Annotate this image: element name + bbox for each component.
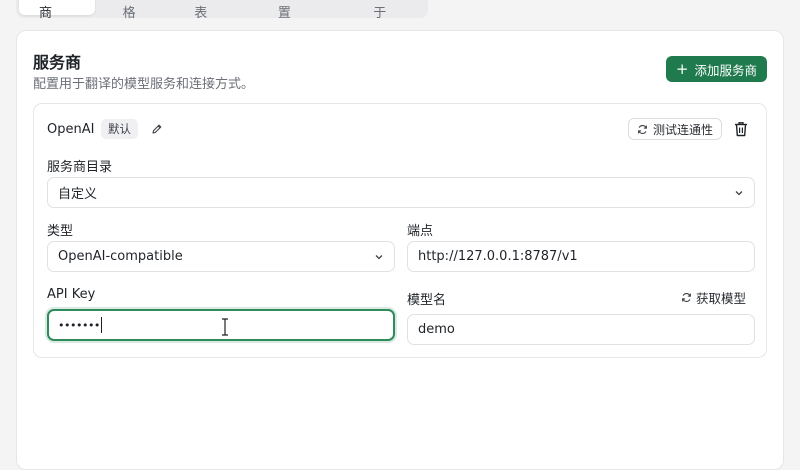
model-value: demo <box>418 322 455 337</box>
add-provider-button[interactable]: + 添加服务商 <box>665 56 767 82</box>
edit-icon[interactable] <box>151 123 163 135</box>
type-select[interactable]: OpenAI-compatible <box>47 241 395 272</box>
chevron-down-icon <box>375 255 383 260</box>
api-key-value: ••••••• <box>58 318 100 332</box>
catalog-value: 自定义 <box>58 187 98 202</box>
refresh-icon <box>681 293 691 302</box>
endpoint-input[interactable]: http://127.0.0.1:8787/v1 <box>407 241 755 272</box>
add-provider-label: 添加服务商 <box>694 62 757 78</box>
model-label: 模型名 <box>407 293 447 308</box>
section-description: 配置用于翻译的模型服务和连接方式。 <box>33 77 255 92</box>
refresh-icon <box>637 124 647 134</box>
fetch-models-label: 获取模型 <box>695 291 746 306</box>
fetch-models-button[interactable]: 获取模型 <box>681 288 746 307</box>
tab-providers[interactable]: 服务商 <box>19 0 95 21</box>
section-title: 服务商 <box>33 53 82 72</box>
provider-card: OpenAI 默认 测试连通性 服务商目录 自定义 类型 OpenAI-comp… <box>33 103 767 358</box>
tab-preferences[interactable]: 偏好设置 <box>258 0 345 21</box>
catalog-select[interactable]: 自定义 <box>47 177 755 208</box>
trash-icon[interactable] <box>734 121 748 137</box>
default-badge: 默认 <box>101 119 138 139</box>
text-cursor-icon <box>222 318 228 336</box>
settings-tabs: 服务商 风格 术语表 偏好设置 关于 <box>16 0 428 21</box>
text-caret <box>100 317 102 333</box>
tab-style[interactable]: 风格 <box>103 0 167 21</box>
api-key-input[interactable]: ••••••• <box>47 309 395 341</box>
catalog-label: 服务商目录 <box>47 160 113 175</box>
type-value: OpenAI-compatible <box>58 249 183 264</box>
chevron-down-icon <box>735 191 743 196</box>
api-key-label: API Key <box>47 287 96 302</box>
tab-glossary[interactable]: 术语表 <box>174 0 250 21</box>
type-label: 类型 <box>47 224 74 239</box>
provider-name: OpenAI <box>47 122 95 137</box>
providers-panel: 服务商 配置用于翻译的模型服务和连接方式。 + 添加服务商 OpenAI 默认 … <box>16 30 784 470</box>
model-input[interactable]: demo <box>407 314 755 345</box>
endpoint-label: 端点 <box>407 224 434 239</box>
plus-icon: + <box>675 59 689 78</box>
tab-about[interactable]: 关于 <box>353 0 417 21</box>
endpoint-value: http://127.0.0.1:8787/v1 <box>418 249 578 264</box>
test-connectivity-button[interactable]: 测试连通性 <box>627 118 722 140</box>
test-connectivity-label: 测试连通性 <box>652 122 713 137</box>
